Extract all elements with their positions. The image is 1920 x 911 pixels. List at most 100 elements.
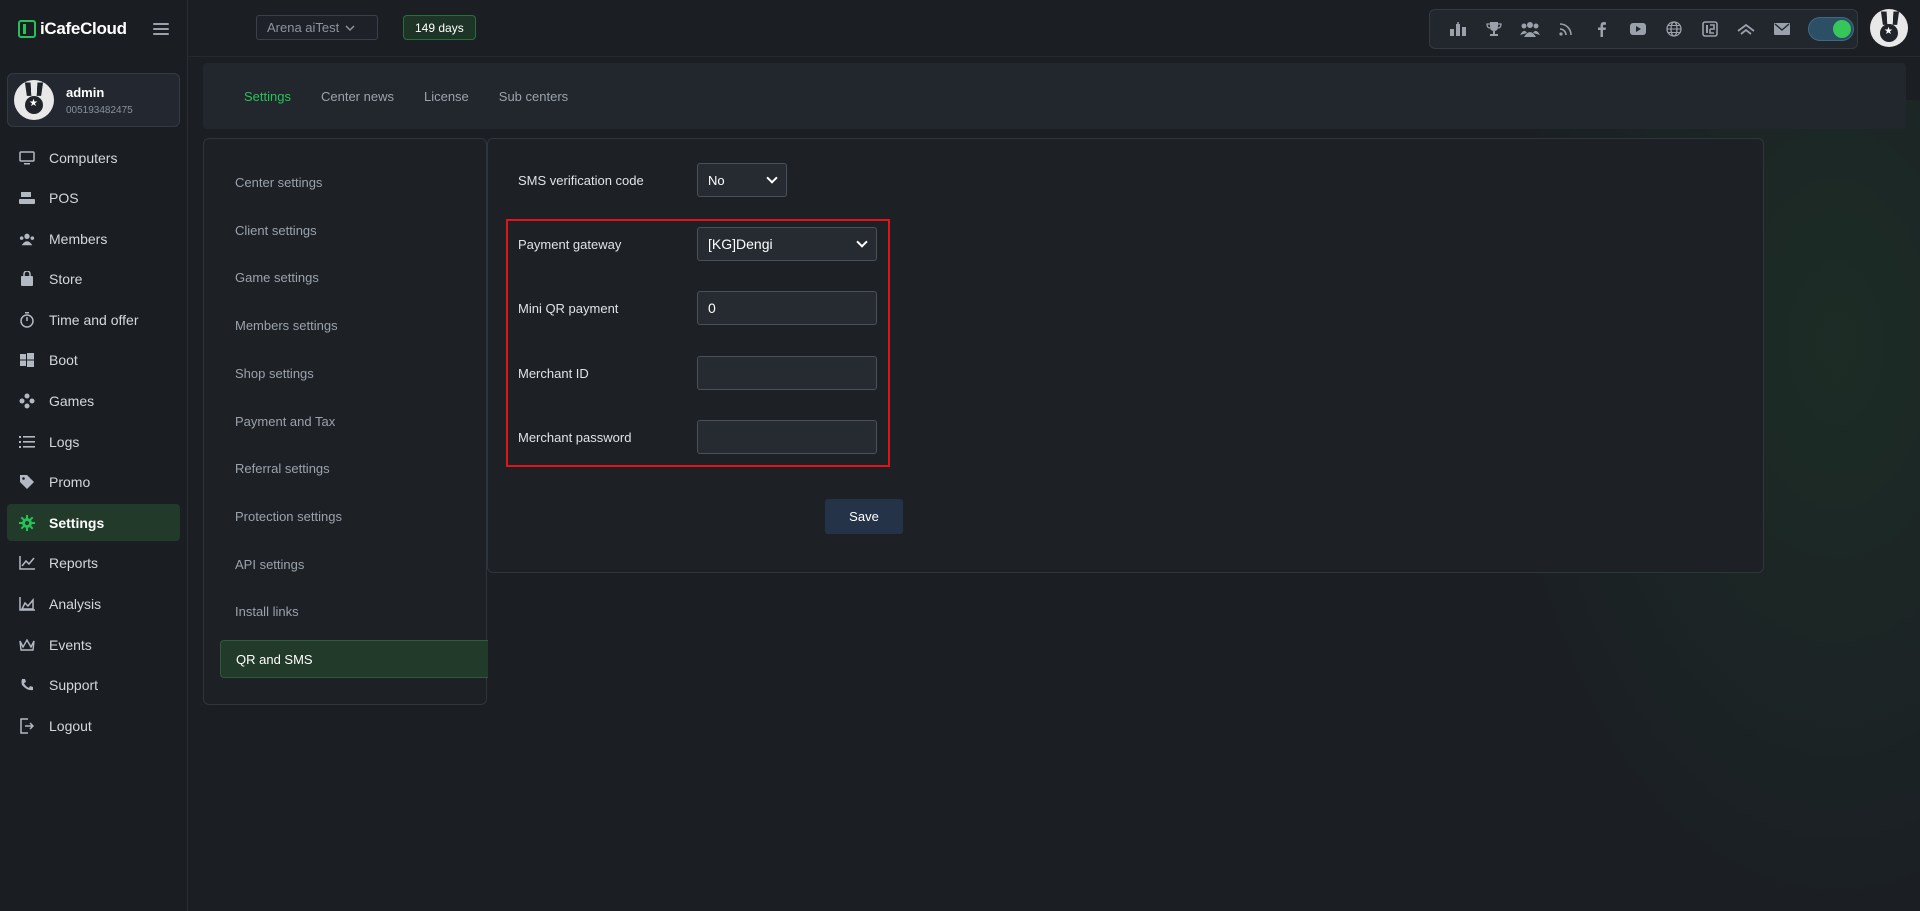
phone-icon (19, 677, 35, 693)
subnav-api-settings[interactable]: API settings (220, 545, 488, 583)
tab-license[interactable]: License (424, 89, 469, 104)
mini-qr-row: Mini QR payment 0 (518, 291, 877, 325)
subnav-members-settings[interactable]: Members settings (220, 306, 488, 344)
sidebar: iCafeCloud admin 005193482475 Computers … (0, 0, 188, 911)
globe-icon[interactable] (1656, 17, 1692, 41)
sidebar-item-label: Events (49, 636, 92, 653)
sidebar-item-label: Logout (49, 717, 92, 734)
subnav-client-settings[interactable]: Client settings (220, 211, 488, 249)
sidebar-item-computers[interactable]: Computers (7, 139, 180, 176)
store-icon (19, 271, 35, 287)
facebook-icon[interactable] (1584, 17, 1620, 41)
icafe-icon[interactable] (1692, 17, 1728, 41)
logo-bar: iCafeCloud (0, 0, 187, 57)
top-bar: Arena aiTest 149 days (188, 0, 1920, 57)
center-select[interactable]: Arena aiTest (256, 15, 378, 40)
user-name: admin (66, 84, 105, 100)
sidebar-item-label: Store (49, 271, 83, 288)
sms-verification-row: SMS verification code No (518, 163, 787, 197)
sidebar-item-label: Support (49, 677, 99, 694)
app-logo[interactable]: iCafeCloud (18, 19, 127, 39)
qr-sms-panel: SMS verification code No Payment gateway… (487, 138, 1764, 573)
main-nav: Computers POS Members Store Time and off… (0, 139, 187, 744)
tool-bar (1429, 9, 1858, 49)
tab-sub-centers[interactable]: Sub centers (499, 89, 568, 104)
sidebar-item-games[interactable]: Games (7, 383, 180, 420)
sms-verification-value: No (708, 172, 725, 188)
youtube-icon[interactable] (1620, 17, 1656, 41)
sidebar-item-label: Settings (49, 514, 105, 531)
settings-subnav: Center settings Client settings Game set… (203, 138, 488, 705)
user-card[interactable]: admin 005193482475 (7, 73, 180, 127)
sidebar-item-logs[interactable]: Logs (7, 423, 180, 460)
leaderboard-icon[interactable] (1440, 17, 1476, 41)
merchant-id-input[interactable] (697, 356, 877, 390)
sidebar-item-analysis[interactable]: Analysis (7, 586, 180, 623)
sidebar-item-logout[interactable]: Logout (7, 707, 180, 744)
tab-center-news[interactable]: Center news (321, 89, 394, 104)
merchant-password-label: Merchant password (518, 429, 632, 445)
user-id: 005193482475 (66, 104, 133, 116)
payment-gateway-label: Payment gateway (518, 236, 622, 252)
sidebar-item-label: Boot (49, 352, 78, 369)
tag-icon (19, 474, 35, 490)
list-icon (19, 434, 35, 450)
sidebar-item-boot[interactable]: Boot (7, 342, 180, 379)
sidebar-item-promo[interactable]: Promo (7, 464, 180, 501)
mini-qr-input[interactable]: 0 (697, 291, 877, 325)
subnav-center-settings[interactable]: Center settings (220, 163, 488, 201)
subnav-referral-settings[interactable]: Referral settings (220, 449, 488, 487)
theme-toggle[interactable] (1808, 17, 1854, 41)
settings-tabs: Settings Center news License Sub centers (203, 63, 1906, 129)
center-select-value: Arena aiTest (267, 20, 340, 35)
sidebar-item-label: Members (49, 230, 108, 247)
double-chevron-icon[interactable] (1728, 17, 1764, 41)
sms-verification-select[interactable]: No (697, 163, 787, 197)
medal-icon (1880, 24, 1898, 42)
group-icon[interactable] (1512, 17, 1548, 41)
merchant-id-label: Merchant ID (518, 365, 589, 381)
sidebar-item-label: Time and offer (49, 311, 139, 328)
sidebar-item-settings[interactable]: Settings (7, 504, 180, 542)
sidebar-item-reports[interactable]: Reports (7, 545, 180, 582)
merchant-password-input[interactable] (697, 420, 877, 454)
merchant-password-row: Merchant password (518, 420, 877, 454)
subnav-install-links[interactable]: Install links (220, 592, 488, 630)
windows-icon (19, 352, 35, 368)
chevron-down-icon (345, 20, 355, 35)
subnav-shop-settings[interactable]: Shop settings (220, 354, 488, 392)
sidebar-item-store[interactable]: Store (7, 261, 180, 298)
rss-icon[interactable] (1548, 17, 1584, 41)
sidebar-item-members[interactable]: Members (7, 220, 180, 257)
license-days-badge: 149 days (403, 15, 476, 40)
gear-icon (19, 514, 35, 531)
payment-gateway-row: Payment gateway [KG]Dengi (518, 227, 877, 261)
line-chart-icon (19, 555, 35, 571)
chevron-down-icon (766, 172, 778, 184)
sidebar-item-label: Analysis (49, 596, 102, 613)
sidebar-item-events[interactable]: Events (7, 626, 180, 663)
menu-toggle-icon[interactable] (153, 22, 169, 35)
sms-verification-label: SMS verification code (518, 172, 644, 188)
subnav-payment-and-tax[interactable]: Payment and Tax (220, 402, 488, 440)
mini-qr-label: Mini QR payment (518, 300, 619, 316)
monitor-icon (19, 150, 35, 166)
merchant-id-row: Merchant ID (518, 356, 877, 390)
subnav-game-settings[interactable]: Game settings (220, 258, 488, 296)
sidebar-item-label: Computers (49, 149, 118, 166)
subnav-qr-and-sms[interactable]: QR and SMS (220, 640, 488, 678)
sidebar-item-support[interactable]: Support (7, 667, 180, 704)
subnav-protection-settings[interactable]: Protection settings (220, 497, 488, 535)
tab-settings[interactable]: Settings (244, 89, 291, 104)
sidebar-item-pos[interactable]: POS (7, 180, 180, 217)
trophy-icon[interactable] (1476, 17, 1512, 41)
profile-avatar[interactable] (1870, 9, 1908, 47)
gamepad-icon (19, 393, 35, 409)
payment-gateway-select[interactable]: [KG]Dengi (697, 227, 877, 261)
pos-icon (19, 190, 35, 206)
sidebar-item-label: Reports (49, 555, 99, 572)
save-button[interactable]: Save (825, 499, 903, 534)
mail-icon[interactable] (1764, 17, 1800, 41)
sidebar-item-time-and-offer[interactable]: Time and offer (7, 301, 180, 338)
area-chart-icon (19, 596, 35, 612)
